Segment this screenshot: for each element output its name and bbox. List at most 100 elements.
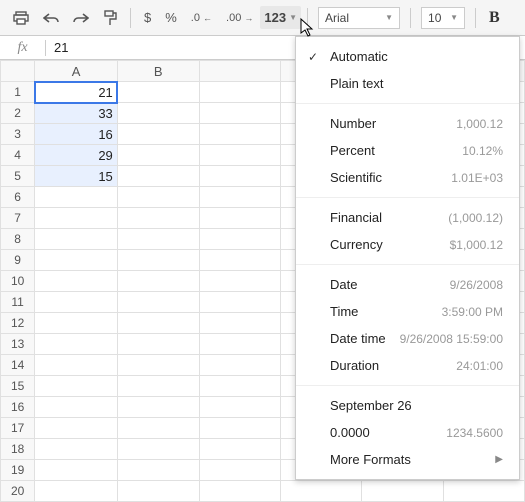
menu-item-more-formats[interactable]: More Formats ▶ xyxy=(296,446,519,473)
cell[interactable] xyxy=(117,229,199,250)
cell[interactable] xyxy=(117,82,199,103)
column-header[interactable] xyxy=(199,61,280,82)
cell[interactable]: 21 xyxy=(35,82,118,103)
cell[interactable] xyxy=(117,124,199,145)
row-header[interactable]: 19 xyxy=(1,460,35,481)
cell[interactable] xyxy=(199,145,280,166)
cell[interactable] xyxy=(117,418,199,439)
cell[interactable]: 16 xyxy=(35,124,118,145)
row-header[interactable]: 18 xyxy=(1,439,35,460)
row-header[interactable]: 6 xyxy=(1,187,35,208)
row-header[interactable]: 3 xyxy=(1,124,35,145)
row-header[interactable]: 17 xyxy=(1,418,35,439)
cell[interactable] xyxy=(199,250,280,271)
cell[interactable] xyxy=(117,355,199,376)
menu-item-date[interactable]: Date 9/26/2008 xyxy=(296,271,519,298)
cell[interactable] xyxy=(35,334,118,355)
cell[interactable] xyxy=(199,229,280,250)
menu-item-plain-text[interactable]: Plain text xyxy=(296,70,519,97)
paint-format-icon[interactable] xyxy=(97,6,123,30)
cell[interactable]: 29 xyxy=(35,145,118,166)
cell[interactable] xyxy=(117,439,199,460)
cell[interactable] xyxy=(117,376,199,397)
cell[interactable] xyxy=(199,439,280,460)
row-header[interactable]: 14 xyxy=(1,355,35,376)
cell[interactable] xyxy=(117,208,199,229)
cell[interactable] xyxy=(199,124,280,145)
cell[interactable] xyxy=(199,481,280,502)
bold-button[interactable]: B xyxy=(483,9,506,27)
menu-item-custom-number[interactable]: 0.0000 1234.5600 xyxy=(296,419,519,446)
column-header[interactable]: A xyxy=(35,61,118,82)
increase-decimal-button[interactable]: .00 → xyxy=(220,8,259,28)
cell[interactable] xyxy=(117,334,199,355)
row-header[interactable]: 5 xyxy=(1,166,35,187)
redo-icon[interactable] xyxy=(67,8,95,28)
cell[interactable] xyxy=(199,376,280,397)
cell[interactable] xyxy=(199,397,280,418)
cell[interactable] xyxy=(280,481,361,502)
cell[interactable]: 15 xyxy=(35,166,118,187)
cell[interactable] xyxy=(362,481,443,502)
cell[interactable] xyxy=(199,313,280,334)
cell[interactable] xyxy=(117,292,199,313)
cell[interactable] xyxy=(117,313,199,334)
menu-item-percent[interactable]: Percent 10.12% xyxy=(296,137,519,164)
number-format-dropdown[interactable]: 123 ▼ xyxy=(260,6,301,29)
cell[interactable] xyxy=(35,418,118,439)
row-header[interactable]: 13 xyxy=(1,334,35,355)
cell[interactable] xyxy=(199,82,280,103)
cell[interactable] xyxy=(117,103,199,124)
row-header[interactable]: 2 xyxy=(1,103,35,124)
cell[interactable] xyxy=(35,271,118,292)
cell[interactable] xyxy=(199,166,280,187)
row-header[interactable]: 1 xyxy=(1,82,35,103)
cell[interactable] xyxy=(117,481,199,502)
cell[interactable] xyxy=(35,208,118,229)
cell[interactable] xyxy=(35,397,118,418)
font-name-dropdown[interactable]: Arial ▼ xyxy=(318,7,400,29)
cell[interactable] xyxy=(117,145,199,166)
cell[interactable] xyxy=(199,334,280,355)
menu-item-automatic[interactable]: ✓ Automatic xyxy=(296,43,519,70)
column-header[interactable]: B xyxy=(117,61,199,82)
cell[interactable] xyxy=(35,313,118,334)
row-header[interactable]: 9 xyxy=(1,250,35,271)
row-header[interactable]: 7 xyxy=(1,208,35,229)
cell[interactable] xyxy=(117,460,199,481)
print-icon[interactable] xyxy=(7,7,35,29)
cell[interactable]: 33 xyxy=(35,103,118,124)
cell[interactable] xyxy=(443,481,524,502)
row-header[interactable]: 16 xyxy=(1,397,35,418)
row-header[interactable]: 11 xyxy=(1,292,35,313)
cell[interactable] xyxy=(35,229,118,250)
row-header[interactable]: 12 xyxy=(1,313,35,334)
cell[interactable] xyxy=(199,208,280,229)
row-header[interactable]: 10 xyxy=(1,271,35,292)
row-header[interactable]: 20 xyxy=(1,481,35,502)
cell[interactable] xyxy=(35,439,118,460)
cell[interactable] xyxy=(117,271,199,292)
menu-item-time[interactable]: Time 3:59:00 PM xyxy=(296,298,519,325)
menu-item-currency[interactable]: Currency $1,000.12 xyxy=(296,231,519,258)
font-size-dropdown[interactable]: 10 ▼ xyxy=(421,7,465,29)
percent-button[interactable]: % xyxy=(159,6,183,29)
cell[interactable] xyxy=(199,187,280,208)
cell[interactable] xyxy=(117,397,199,418)
menu-item-financial[interactable]: Financial (1,000.12) xyxy=(296,204,519,231)
menu-item-number[interactable]: Number 1,000.12 xyxy=(296,110,519,137)
cell[interactable] xyxy=(117,187,199,208)
cell[interactable] xyxy=(199,103,280,124)
undo-icon[interactable] xyxy=(37,8,65,28)
cell[interactable] xyxy=(35,376,118,397)
cell[interactable] xyxy=(35,481,118,502)
cell[interactable] xyxy=(117,250,199,271)
menu-item-custom-date[interactable]: September 26 xyxy=(296,392,519,419)
cell[interactable] xyxy=(35,460,118,481)
menu-item-duration[interactable]: Duration 24:01:00 xyxy=(296,352,519,379)
corner-cell[interactable] xyxy=(1,61,35,82)
row-header[interactable]: 8 xyxy=(1,229,35,250)
formula-value[interactable]: 21 xyxy=(46,40,68,55)
menu-item-datetime[interactable]: Date time 9/26/2008 15:59:00 xyxy=(296,325,519,352)
decrease-decimal-button[interactable]: .0 ← xyxy=(185,8,218,28)
